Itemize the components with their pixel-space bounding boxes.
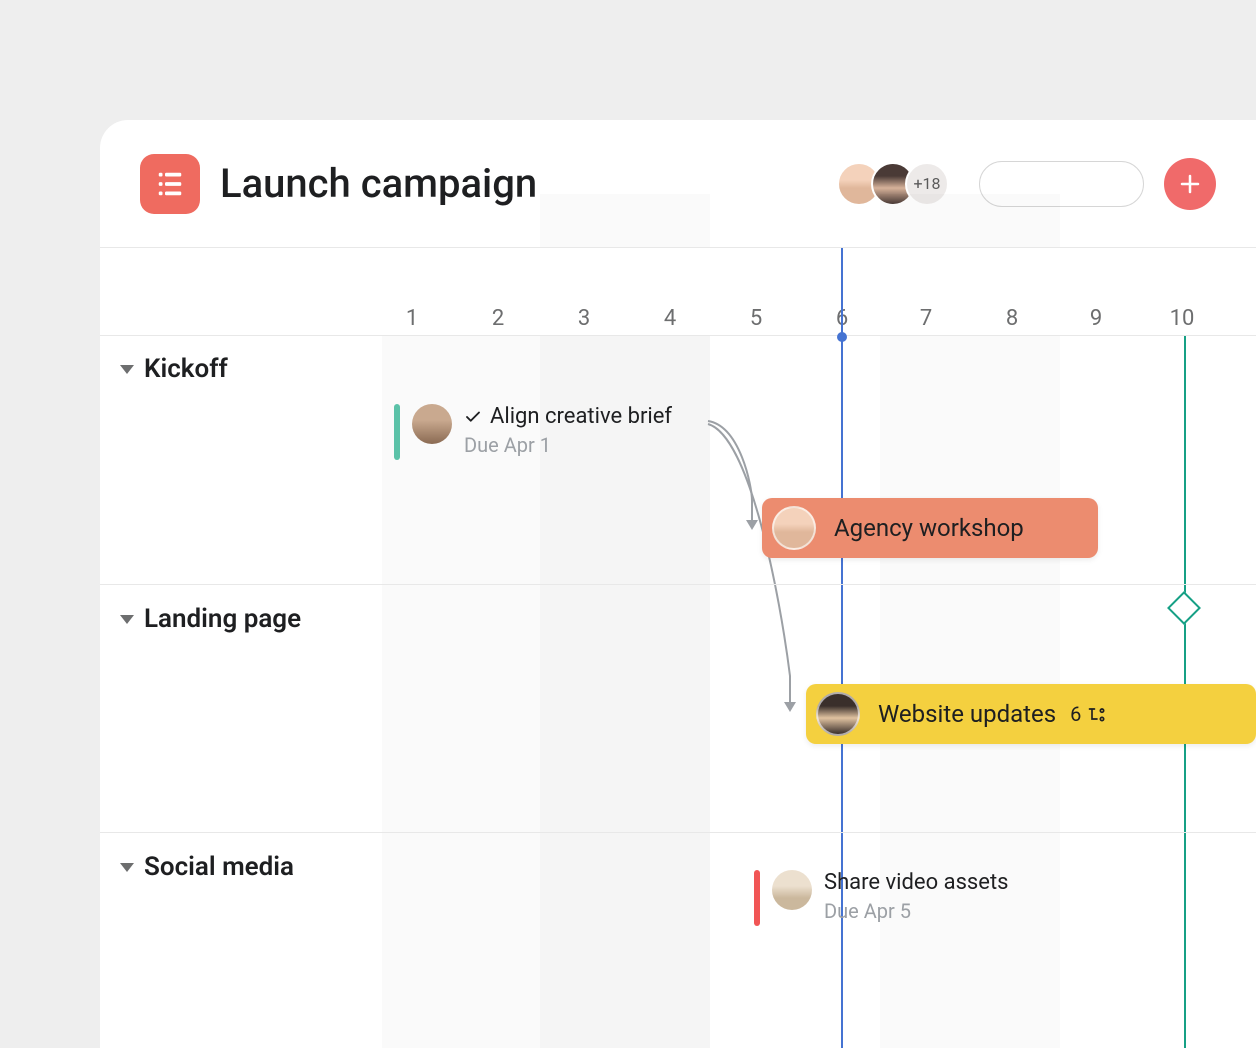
subtask-icon (1087, 705, 1107, 723)
today-indicator (841, 248, 843, 1048)
list-icon (155, 169, 185, 199)
assignee-avatar[interactable] (772, 506, 816, 550)
timeline-chart[interactable]: Kickoff Align creative brief Due Apr 1 (100, 336, 1256, 1048)
task-title: Align creative brief (490, 404, 672, 429)
assignee-avatar[interactable] (772, 870, 812, 910)
date-tick: 4 (664, 306, 676, 331)
timeline-date-axis: 1 2 3 4 5 6 7 8 9 10 (100, 248, 1256, 336)
task-status-pill (394, 404, 400, 460)
section-title: Kickoff (144, 354, 228, 384)
chevron-down-icon (120, 615, 134, 624)
date-tick: 8 (1006, 306, 1018, 331)
date-tick: 3 (578, 306, 590, 331)
section-header-kickoff[interactable]: Kickoff (120, 354, 228, 384)
add-task-button[interactable] (1164, 158, 1216, 210)
date-tick: 1 (406, 306, 418, 331)
task-title: Website updates (878, 700, 1056, 728)
subtask-count: 6 (1070, 702, 1107, 726)
task-due-label: Due Apr 1 (464, 433, 672, 457)
section-title: Social media (144, 852, 294, 882)
chevron-down-icon (120, 365, 134, 374)
section-divider (100, 832, 1256, 833)
section-divider (100, 584, 1256, 585)
date-tick: 10 (1170, 306, 1195, 331)
task-website-updates[interactable]: Website updates 6 (806, 684, 1256, 744)
check-icon (464, 408, 482, 426)
milestone-diamond-icon[interactable] (1167, 591, 1201, 625)
task-title: Agency workshop (834, 514, 1024, 542)
task-agency-workshop[interactable]: Agency workshop (762, 498, 1098, 558)
app-window: Launch campaign +18 1 2 3 4 5 6 7 8 (100, 120, 1256, 1048)
task-due-label: Due Apr 5 (824, 899, 1009, 923)
timeline-view: 1 2 3 4 5 6 7 8 9 10 (100, 248, 1256, 1048)
task-title: Share video assets (824, 870, 1009, 895)
section-header-social-media[interactable]: Social media (120, 852, 294, 882)
section-header-landing-page[interactable]: Landing page (120, 604, 301, 634)
task-status-pill (754, 870, 760, 926)
plus-icon (1178, 172, 1202, 196)
date-tick: 7 (920, 306, 932, 331)
project-title: Launch campaign (220, 160, 537, 207)
date-tick: 2 (492, 306, 504, 331)
assignee-avatar[interactable] (816, 692, 860, 736)
chevron-down-icon (120, 863, 134, 872)
date-tick: 5 (750, 306, 762, 331)
section-title: Landing page (144, 604, 301, 634)
project-icon (140, 154, 200, 214)
assignee-avatar[interactable] (412, 404, 452, 444)
task-share-video-assets[interactable]: Share video assets Due Apr 5 (754, 870, 1009, 926)
date-tick: 9 (1090, 306, 1102, 331)
task-align-creative-brief[interactable]: Align creative brief Due Apr 1 (394, 404, 672, 460)
